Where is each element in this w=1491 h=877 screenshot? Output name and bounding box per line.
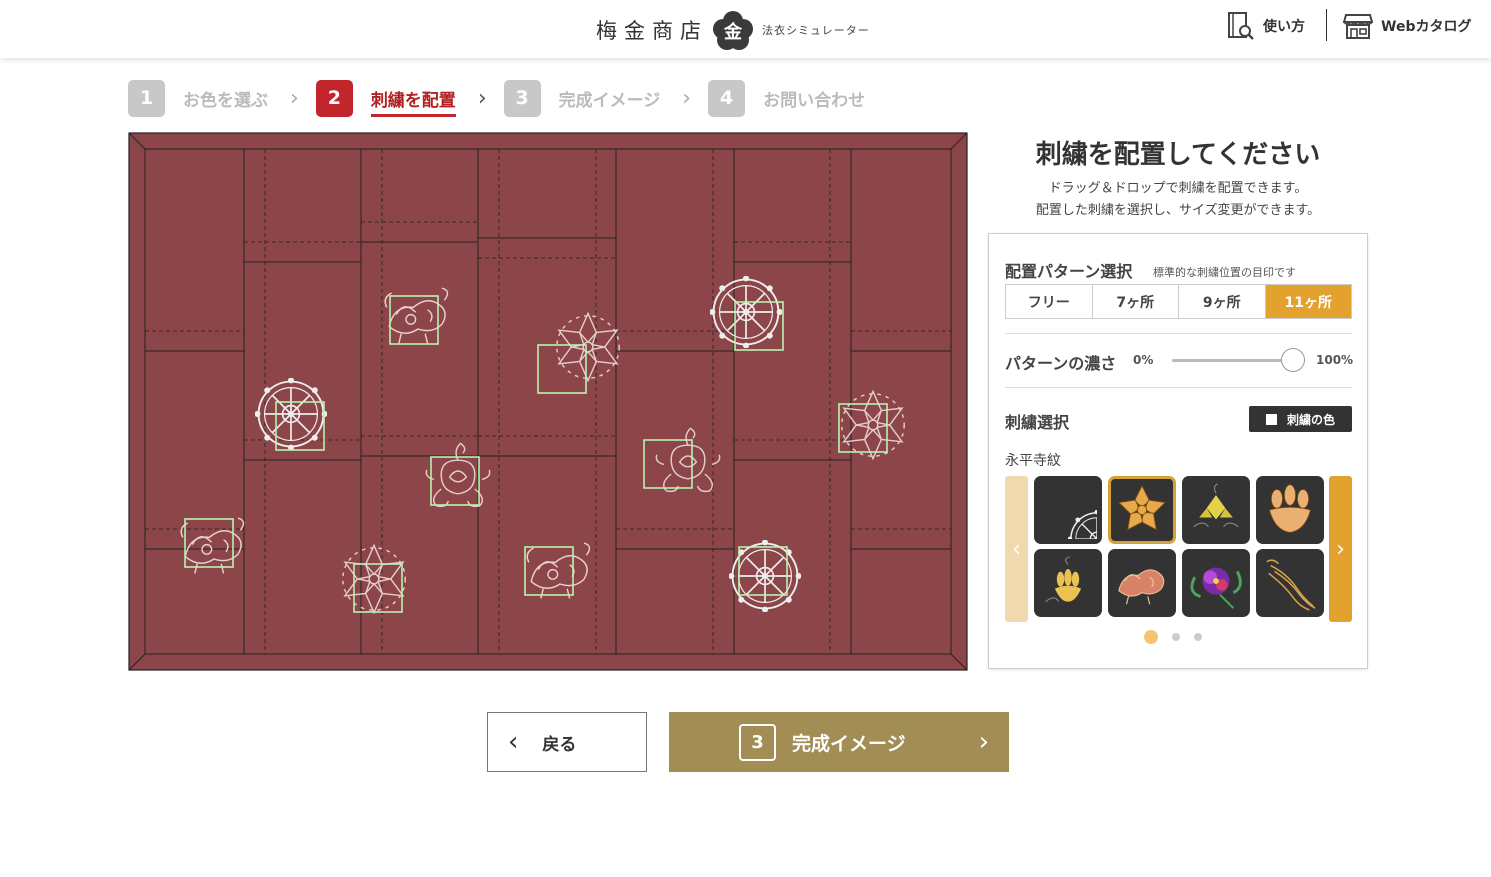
crest-clouds-icon	[1193, 483, 1239, 528]
step-1-number: 1	[128, 79, 165, 117]
pattern-options: フリー 7ヶ所 9ヶ所 11ヶ所	[1005, 284, 1352, 319]
pattern-free-button[interactable]: フリー	[1006, 285, 1093, 318]
embroidery-thumb-dharma-wheel[interactable]	[1034, 476, 1102, 544]
pattern-11-button[interactable]: 11ヶ所	[1265, 285, 1351, 318]
carousel-pagination	[1144, 630, 1202, 644]
step-4-number: 4	[708, 79, 746, 117]
embroidery-thumb-lion[interactable]	[1108, 549, 1176, 617]
svg-text:金: 金	[723, 21, 743, 43]
step-3[interactable]: 3 完成イメージ	[503, 79, 661, 117]
site-header: 梅金商店 金 法衣シミュレーター 使い方 Webカタログ	[0, 0, 1491, 58]
step-3-label: 完成イメージ	[558, 90, 661, 111]
chevron-left-icon: ‹	[508, 727, 519, 757]
embroidery-select-label: 刺繍選択	[1005, 413, 1070, 432]
settings-panel: 配置パターン選択 標準的な刺繍位置の目印です フリー 7ヶ所 9ヶ所 11ヶ所 …	[988, 233, 1368, 669]
chevron-right-icon: ›	[978, 727, 989, 757]
header-divider	[1326, 9, 1327, 41]
step-3-number: 3	[503, 79, 541, 117]
step-indicator: 1 お色を選ぶ › 2 刺繍を配置 › 3 完成イメージ › 4 お問い合わせ	[128, 79, 865, 117]
step-1-label: お色を選ぶ	[183, 90, 268, 111]
catalog-link[interactable]: Webカタログ	[1343, 10, 1471, 42]
dharma-wheel-motif	[710, 276, 782, 348]
pattern-7-button[interactable]: 7ヶ所	[1093, 285, 1179, 318]
next-button[interactable]: 3 完成イメージ ›	[669, 712, 1009, 772]
page-dot-3[interactable]	[1194, 633, 1202, 641]
density-max: 100%	[1316, 353, 1354, 367]
gold-paulownia-icon	[1045, 556, 1082, 603]
chevron-right-icon: ›	[682, 85, 692, 111]
chevron-right-icon: ›	[1336, 536, 1345, 562]
paulownia-icon	[1269, 484, 1311, 533]
density-slider-knob[interactable]	[1281, 348, 1305, 372]
embroidery-thumb-gold-paulownia[interactable]	[1034, 549, 1102, 617]
phoenix-icon	[1266, 559, 1316, 611]
step-2-number: 2	[315, 79, 353, 117]
embroidery-color-button[interactable]: 刺繍の色	[1249, 406, 1352, 432]
dharma-wheel-icon	[1039, 481, 1097, 539]
density-label: パターンの濃さ	[1005, 354, 1117, 373]
howto-label: 使い方	[1263, 19, 1305, 35]
color-swatch-icon	[1265, 413, 1277, 425]
dharma-wheel-motif	[255, 378, 327, 450]
embroidery-thumb-paulownia[interactable]	[1256, 476, 1324, 544]
site-logo[interactable]: 梅金商店 金 法衣シミュレーター	[596, 8, 870, 52]
howto-link[interactable]: 使い方	[1227, 10, 1305, 42]
shop-icon	[1343, 14, 1373, 39]
peony-icon	[1190, 567, 1242, 609]
density-min: 0%	[1133, 353, 1154, 367]
embroidery-thumb-peony[interactable]	[1182, 549, 1250, 617]
kesa-canvas[interactable]	[128, 132, 968, 671]
back-button[interactable]: ‹ 戻る	[487, 712, 647, 772]
manual-search-icon	[1228, 12, 1254, 40]
instruction-line-1: ドラッグ＆ドロップで刺繍を配置できます。	[1048, 181, 1308, 196]
carousel-next-button[interactable]: ›	[1329, 476, 1352, 622]
step-2-label: 刺繍を配置	[370, 86, 456, 117]
next-step-number: 3	[739, 723, 776, 761]
carousel-prev-button[interactable]: ‹	[1005, 476, 1028, 622]
step-1[interactable]: 1 お色を選ぶ	[128, 79, 268, 117]
step-2[interactable]: 2 刺繍を配置	[315, 79, 456, 117]
instruction-title: 刺繍を配置してください	[1035, 140, 1321, 170]
pattern-note: 標準的な刺繍位置の目印です	[1153, 266, 1296, 279]
category-label: 永平寺紋	[1005, 453, 1061, 469]
step-4-label: お問い合わせ	[763, 90, 866, 111]
embroidery-thumb-gold-flower[interactable]	[1108, 476, 1176, 544]
catalog-label: Webカタログ	[1381, 19, 1472, 35]
gold-flower-icon	[1117, 484, 1167, 531]
logo-mark-icon: 金	[713, 11, 753, 50]
embroidery-color-label: 刺繍の色	[1286, 412, 1335, 427]
next-label: 完成イメージ	[792, 732, 906, 755]
chevron-right-icon: ›	[290, 85, 299, 111]
chevron-left-icon: ‹	[1012, 536, 1021, 562]
divider	[1005, 333, 1352, 334]
logo-subtitle: 法衣シミュレーター	[762, 24, 870, 37]
chevron-right-icon: ›	[477, 85, 487, 111]
embroidery-thumbnails	[1034, 476, 1324, 618]
lion-icon	[1118, 569, 1165, 605]
page-dot-1[interactable]	[1144, 630, 1158, 644]
embroidery-thumb-crest-clouds[interactable]	[1182, 476, 1250, 544]
logo-text: 梅金商店	[596, 19, 708, 43]
back-label: 戻る	[542, 734, 577, 755]
divider	[1005, 387, 1352, 388]
density-slider-track[interactable]	[1172, 359, 1292, 362]
embroidery-thumb-phoenix[interactable]	[1256, 549, 1324, 617]
pattern-9-button[interactable]: 9ヶ所	[1179, 285, 1266, 318]
pattern-select-label: 配置パターン選択	[1005, 262, 1133, 281]
step-4[interactable]: 4 お問い合わせ	[708, 79, 866, 117]
instruction-line-2: 配置した刺繍を選択し、サイズ変更ができます。	[1035, 203, 1321, 218]
page-dot-2[interactable]	[1172, 633, 1180, 641]
